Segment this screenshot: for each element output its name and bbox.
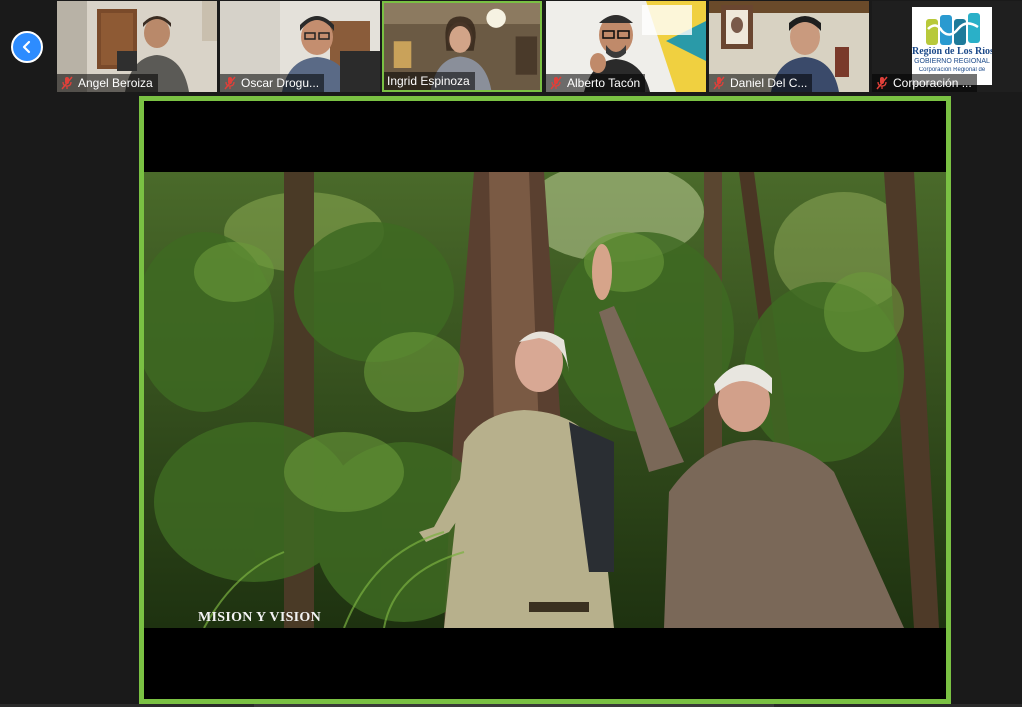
logo-title: Región de Los Ríos (912, 47, 992, 57)
logo-subtitle: GOBIERNO REGIONAL (914, 58, 990, 65)
participant-tile[interactable]: Oscar Drogu... (220, 1, 380, 92)
participant-tile[interactable]: Región de Los Ríos GOBIERNO REGIONAL Cor… (872, 1, 1022, 92)
participant-name: Ingrid Espinoza (387, 74, 470, 88)
chevron-left-icon (22, 40, 31, 54)
shared-screen[interactable]: MISION Y VISION (139, 96, 951, 704)
participant-tile[interactable]: Daniel Del C... (709, 1, 869, 92)
participant-name-bar: Ingrid Espinoza (384, 72, 475, 90)
participant-name: Corporación ... (893, 76, 972, 90)
participant-name: Oscar Drogu... (241, 76, 320, 90)
participant-tile-active-speaker[interactable]: Ingrid Espinoza (382, 1, 542, 92)
logo-caption: Corporación Regional de (918, 67, 986, 73)
participant-name-bar: Angel Beroiza (57, 74, 158, 92)
participant-name-bar: Corporación ... (872, 74, 977, 92)
participant-name: Alberto Tacón (567, 76, 641, 90)
microphone-muted-icon (224, 76, 236, 90)
participant-name-bar: Oscar Drogu... (220, 74, 325, 92)
forest-photo: MISION Y VISION (144, 172, 946, 628)
participant-strip: Angel Beroiza Oscar Drogu... Ingrid Espi… (0, 0, 1022, 95)
region-emblem-icon (926, 13, 980, 45)
slide-caption: MISION Y VISION (198, 610, 322, 625)
participant-name: Angel Beroiza (78, 76, 153, 90)
microphone-muted-icon (713, 76, 725, 90)
microphone-muted-icon (61, 76, 73, 90)
microphone-muted-icon (876, 76, 888, 90)
participant-name: Daniel Del C... (730, 76, 808, 90)
microphone-muted-icon (550, 76, 562, 90)
forest-scene (144, 172, 946, 628)
participant-name-bar: Daniel Del C... (709, 74, 813, 92)
participant-name-bar: Alberto Tacón (546, 74, 646, 92)
participant-tile[interactable]: Angel Beroiza (57, 1, 217, 92)
participant-tile[interactable]: Alberto Tacón (546, 1, 706, 92)
previous-page-button[interactable] (11, 31, 43, 63)
